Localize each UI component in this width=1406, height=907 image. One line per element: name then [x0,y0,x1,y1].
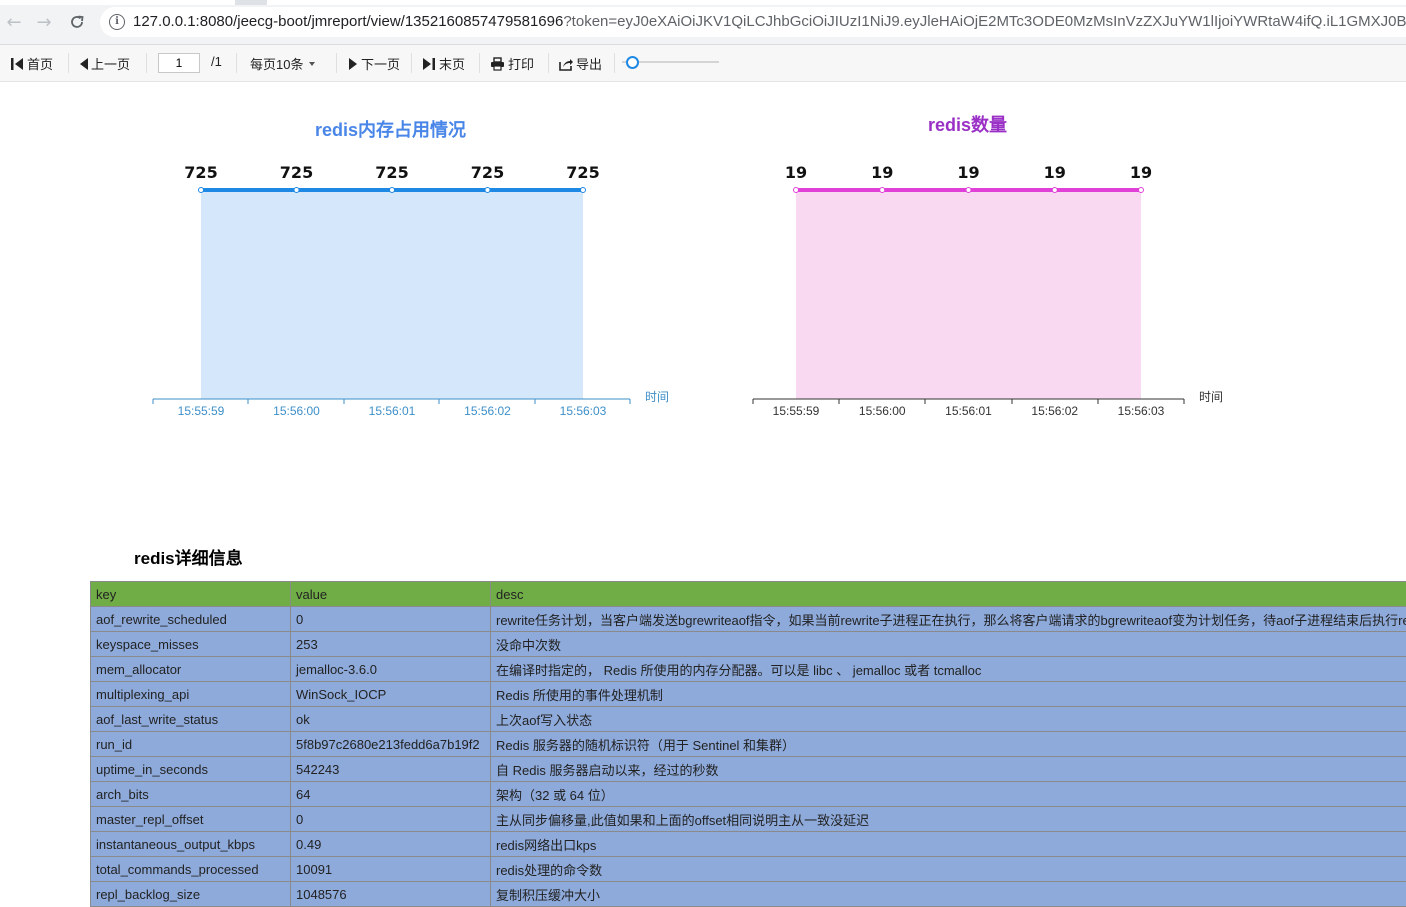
cell-desc: rewrite任务计划，当客户端发送bgrewriteaof指令，如果当前rew… [491,607,1406,632]
cell-desc: 自 Redis 服务器启动以来，经过的秒数 [491,757,1406,782]
redis-detail-table: keyvaluedesc aof_rewrite_scheduled0rewri… [90,581,1406,907]
cell-key: master_repl_offset [91,807,291,832]
column-header-value: value [291,582,491,607]
cell-desc: Redis 所使用的事件处理机制 [491,682,1406,707]
x-tick-label: 15:56:01 [945,404,992,418]
cell-key: total_commands_processed [91,857,291,882]
x-axis-name: 时间 [1199,390,1223,404]
cell-desc: 没命中次数 [491,632,1406,657]
cell-value: ok [291,707,491,732]
x-tick-label: 15:56:00 [859,404,906,418]
cell-value: 0 [291,607,491,632]
data-label: 19 [1130,163,1152,182]
data-label: 19 [785,163,807,182]
cell-value: WinSock_IOCP [291,682,491,707]
table-row: aof_rewrite_scheduled0rewrite任务计划，当客户端发送… [91,607,1406,632]
cell-value: 542243 [291,757,491,782]
data-point [966,188,971,193]
cell-desc: redis处理的命令数 [491,857,1406,882]
table-row: keyspace_misses253没命中次数 [91,632,1406,657]
cell-desc: 复制积压缓冲大小 [491,882,1406,907]
cell-desc: 上次aof写入状态 [491,707,1406,732]
cell-key: aof_last_write_status [91,707,291,732]
data-label: 19 [957,163,979,182]
cell-desc: 主从同步偏移量,此值如果和上面的offset相同说明主从一致没延迟 [491,807,1406,832]
x-tick-label: 15:56:03 [1118,404,1165,418]
table-row: run_id5f8b97c2680e213fedd6a7b19f2Redis 服… [91,732,1406,757]
cell-key: repl_backlog_size [91,882,291,907]
cell-key: multiplexing_api [91,682,291,707]
cell-value: 64 [291,782,491,807]
table-row: instantaneous_output_kbps0.49redis网络出口kp… [91,832,1406,857]
table-row: arch_bits64 架构（32 或 64 位） [91,782,1406,807]
x-tick-label: 15:56:02 [1031,404,1078,418]
cell-value: 5f8b97c2680e213fedd6a7b19f2 [291,732,491,757]
cell-key: uptime_in_seconds [91,757,291,782]
cell-value: 10091 [291,857,491,882]
cell-value: 253 [291,632,491,657]
data-label: 19 [1044,163,1066,182]
table-row: multiplexing_apiWinSock_IOCPRedis 所使用的事件… [91,682,1406,707]
data-point [1052,188,1057,193]
cell-desc: 架构（32 或 64 位） [491,782,1406,807]
cell-desc: Redis 服务器的随机标识符（用于 Sentinel 和集群） [491,732,1406,757]
cell-key: arch_bits [91,782,291,807]
cell-key: instantaneous_output_kbps [91,832,291,857]
table-row: mem_allocatorjemalloc-3.6.0在编译时指定的， Redi… [91,657,1406,682]
data-label: 19 [871,163,893,182]
cell-value: 1048576 [291,882,491,907]
table-header-row: keyvaluedesc [91,582,1406,607]
table-section-title: redis详细信息 [134,544,243,569]
cell-key: aof_rewrite_scheduled [91,607,291,632]
x-tick-label: 15:55:59 [773,404,820,418]
table-row: aof_last_write_statusok上次aof写入状态 [91,707,1406,732]
cell-value: 0.49 [291,832,491,857]
redis-count-chart: 19 19 19 19 19 15:55:59 15:56:00 15:56:01 15:56:… [0,0,1406,440]
cell-value: 0 [291,807,491,832]
cell-key: run_id [91,732,291,757]
area-fill [796,190,1141,399]
data-point [880,188,885,193]
cell-key: mem_allocator [91,657,291,682]
data-point [1139,188,1144,193]
data-point [794,188,799,193]
table-row: repl_backlog_size1048576复制积压缓冲大小 [91,882,1406,907]
cell-desc: redis网络出口kps [491,832,1406,857]
column-header-desc: desc [491,582,1406,607]
cell-key: keyspace_misses [91,632,291,657]
table-row: total_commands_processed10091redis处理的命令数 [91,857,1406,882]
column-header-key: key [91,582,291,607]
table-row: master_repl_offset0主从同步偏移量,此值如果和上面的offse… [91,807,1406,832]
cell-desc: 在编译时指定的， Redis 所使用的内存分配器。可以是 libc 、 jema… [491,657,1406,682]
cell-value: jemalloc-3.6.0 [291,657,491,682]
table-row: uptime_in_seconds542243自 Redis 服务器启动以来，经… [91,757,1406,782]
